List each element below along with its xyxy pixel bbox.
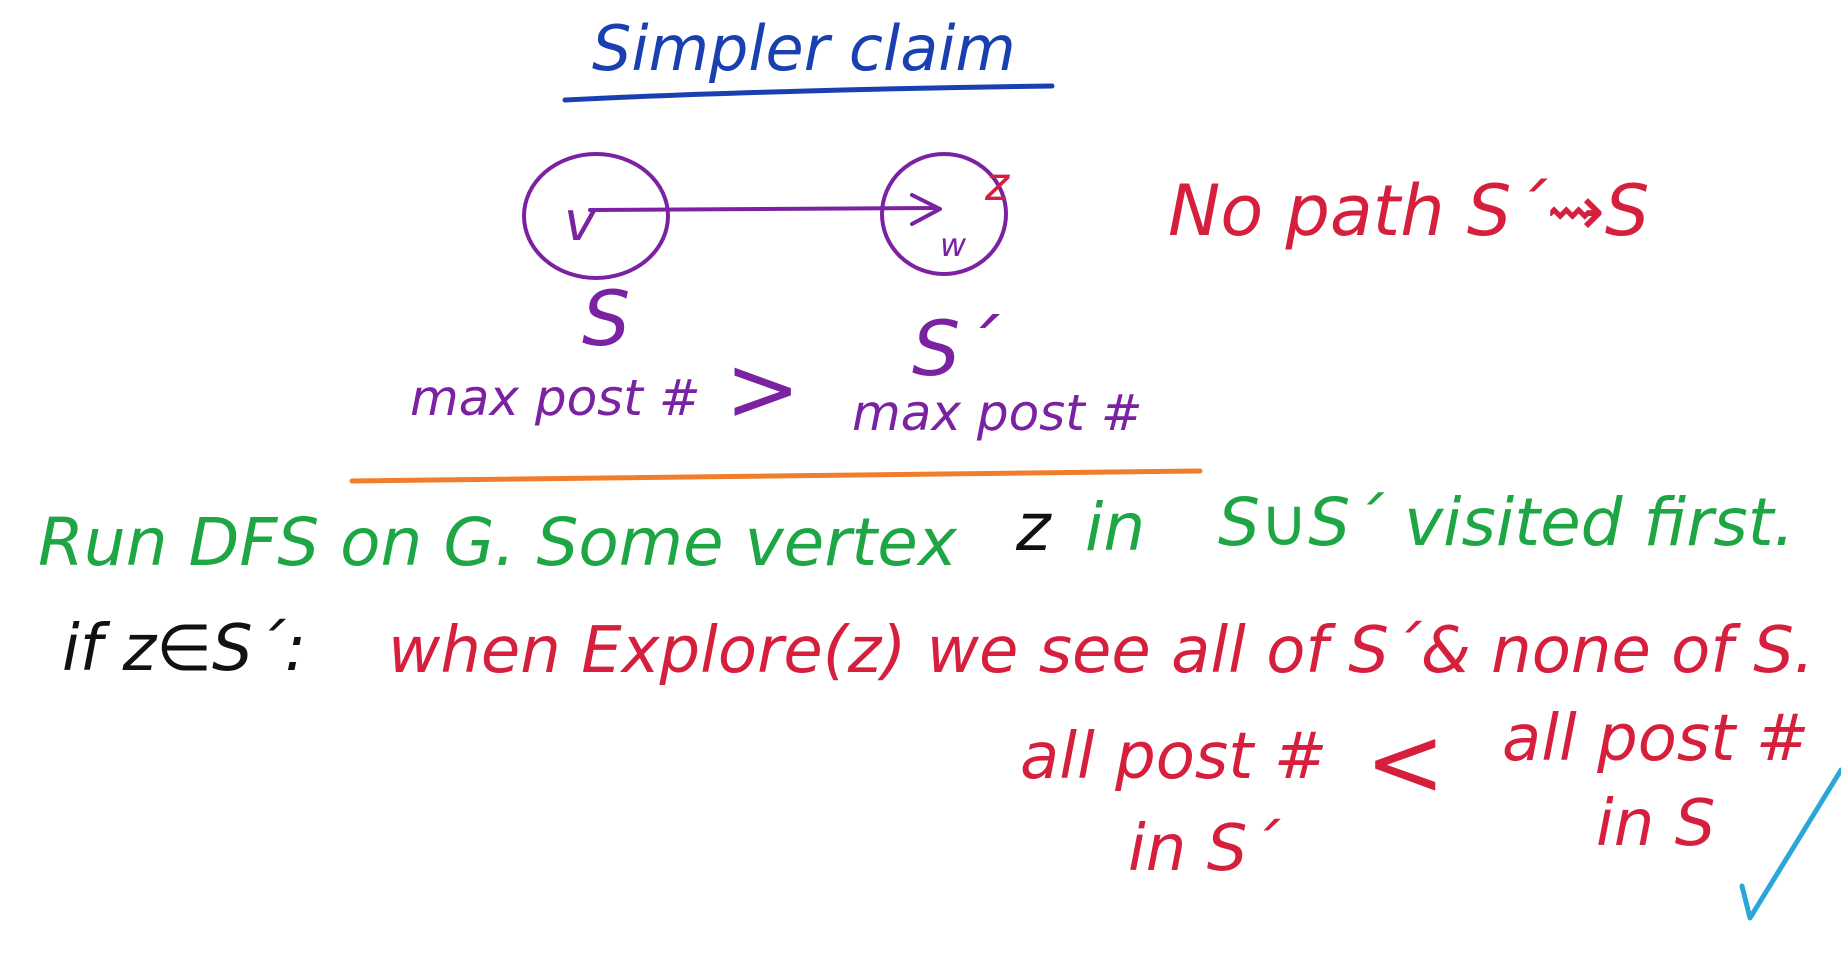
compare-right-top: all post #	[1502, 702, 1809, 776]
statement-part-a: Run DFS on G. Some vertex	[38, 504, 958, 581]
caption-right: max post #	[852, 384, 1143, 442]
statement-z: z	[1015, 489, 1052, 566]
check-icon	[1739, 767, 1841, 921]
title-underline	[562, 83, 1055, 103]
statement-in: in	[1085, 489, 1145, 566]
node-mark-z: z	[984, 157, 1010, 211]
divider-line	[349, 468, 1203, 484]
set-label-s-prime: S´	[912, 304, 1000, 393]
compare-left-top: all post #	[1020, 720, 1327, 794]
title: Simpler claim	[592, 12, 1016, 85]
explore-text: when Explore(z) we see all of S´& none o…	[388, 614, 1814, 688]
caption-left: max post #	[410, 369, 701, 427]
node-label-w: w	[940, 226, 967, 264]
compare-symbol: >	[725, 337, 800, 442]
compare-left-bottom: in S´	[1128, 812, 1281, 886]
compare-right-bottom: in S	[1596, 787, 1715, 861]
statement-part-b: S∪S´ visited first.	[1218, 484, 1795, 561]
set-label-s: S	[582, 274, 630, 363]
whiteboard: Simpler claim v w z S S´ max post # > ma…	[38, 12, 1841, 921]
node-circle-left	[522, 152, 670, 280]
note-no-path: No path S´⇝S	[1168, 170, 1649, 252]
node-label-v: v	[564, 190, 597, 253]
compare-op: <	[1365, 706, 1445, 818]
edge-arrow	[588, 206, 937, 212]
condition: if z∈S´:	[62, 612, 306, 686]
